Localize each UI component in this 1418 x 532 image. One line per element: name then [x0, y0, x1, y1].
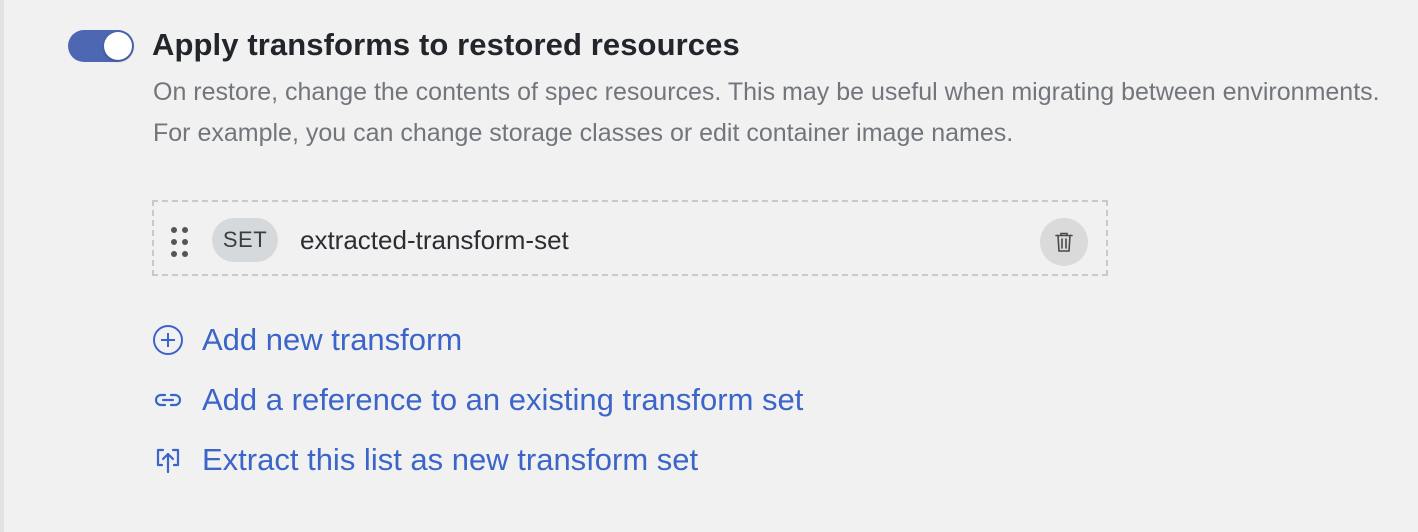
- link-icon: [152, 383, 186, 417]
- apply-transforms-toggle[interactable]: [68, 30, 134, 62]
- toggle-knob: [104, 32, 132, 60]
- transform-set-row: SET extracted-transform-set: [152, 200, 1108, 276]
- upload-box-icon: [152, 443, 186, 477]
- extract-list-label: Extract this list as new transform set: [202, 442, 699, 477]
- transform-set-name: extracted-transform-set: [300, 225, 569, 255]
- add-reference-link[interactable]: Add a reference to an existing transform…: [152, 380, 803, 420]
- section-description: On restore, change the contents of spec …: [153, 78, 1380, 147]
- add-reference-label: Add a reference to an existing transform…: [202, 382, 804, 417]
- add-new-transform-link[interactable]: Add new transform: [152, 320, 462, 360]
- drag-handle-icon[interactable]: [170, 226, 190, 258]
- extract-list-link[interactable]: Extract this list as new transform set: [152, 440, 698, 480]
- trash-icon: [1055, 232, 1073, 252]
- left-border: [0, 0, 4, 532]
- section-title: Apply transforms to restored resources: [152, 27, 740, 62]
- delete-button[interactable]: [1040, 218, 1088, 266]
- plus-circle-icon: [152, 323, 186, 357]
- add-new-transform-label: Add new transform: [202, 322, 463, 357]
- set-badge: SET: [212, 218, 278, 262]
